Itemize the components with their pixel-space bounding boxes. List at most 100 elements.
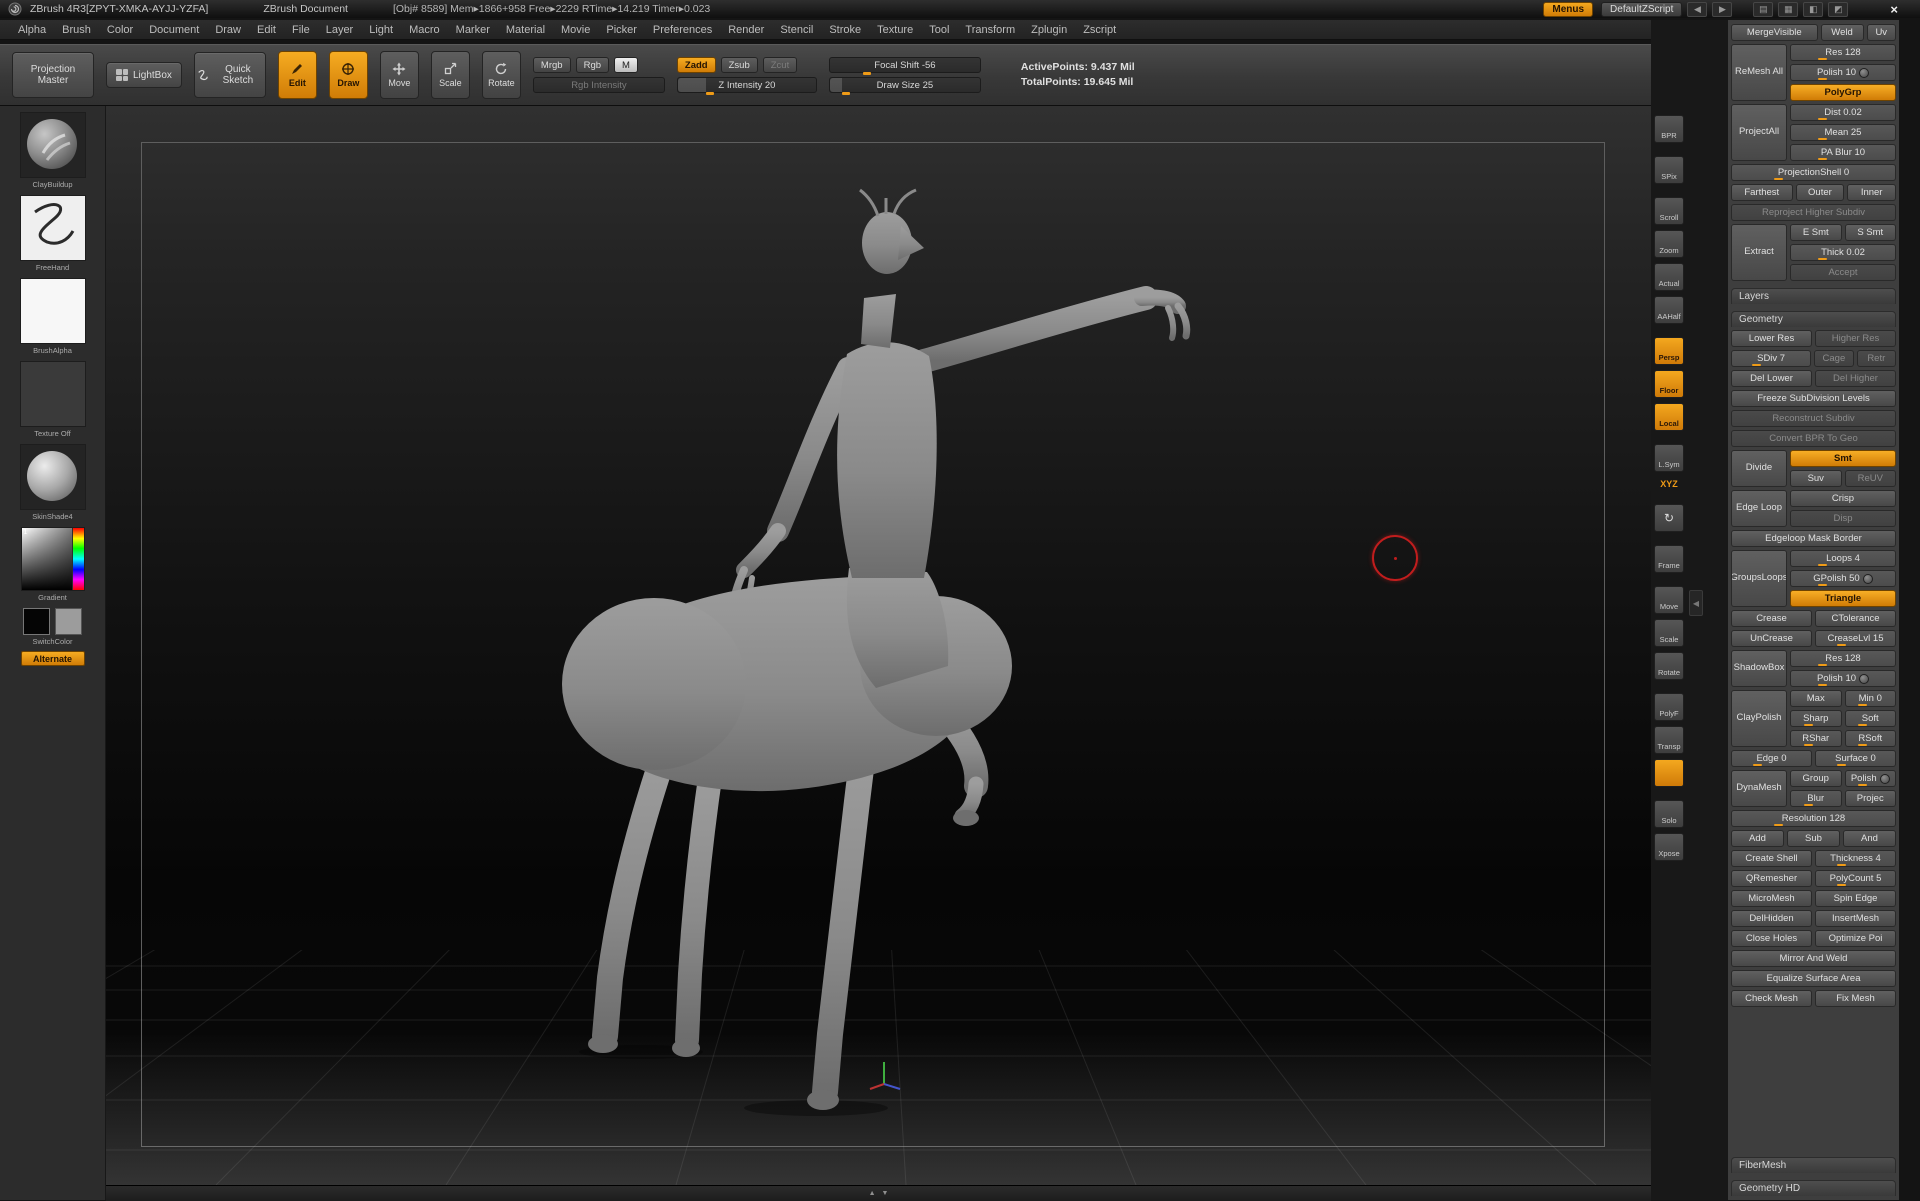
min-0-slider[interactable]: Min 0 — [1845, 690, 1897, 707]
solo-button[interactable]: Solo — [1654, 800, 1684, 828]
palette-header-layers[interactable]: Layers — [1731, 288, 1896, 304]
zcut-button[interactable]: Zcut — [763, 57, 797, 73]
triangle-button[interactable]: Triangle — [1790, 590, 1896, 607]
fix-mesh-button[interactable]: Fix Mesh — [1815, 990, 1896, 1007]
dist-0-02-slider[interactable]: Dist 0.02 — [1790, 104, 1896, 121]
bpr-button[interactable]: BPR — [1654, 115, 1684, 143]
document-canvas[interactable] — [106, 106, 1651, 1185]
mergevisible-button[interactable]: MergeVisible — [1731, 24, 1818, 41]
menu-edit[interactable]: Edit — [249, 21, 284, 39]
color-picker[interactable]: 1 — [21, 527, 85, 591]
convert-bpr-to-geo-button[interactable]: Convert BPR To Geo — [1731, 430, 1896, 447]
reuv-button[interactable]: ReUV — [1845, 470, 1897, 487]
brush-thumbnail[interactable] — [20, 112, 86, 178]
alternate-button[interactable]: Alternate — [21, 651, 85, 666]
grid-toggle-icon[interactable]: ▦ — [1778, 2, 1798, 17]
menu-render[interactable]: Render — [720, 21, 772, 39]
reproject-higher-subdiv-button[interactable]: Reproject Higher Subdiv — [1731, 204, 1896, 221]
add-button[interactable]: Add — [1731, 830, 1784, 847]
thickness-4-slider[interactable]: Thickness 4 — [1815, 850, 1896, 867]
micromesh-button[interactable]: MicroMesh — [1731, 890, 1812, 907]
mrgb-button[interactable]: Mrgb — [533, 57, 571, 73]
floor-button[interactable]: Floor — [1654, 370, 1684, 398]
polish-toggle-icon[interactable] — [1880, 774, 1890, 784]
move-button[interactable]: Move — [1654, 586, 1684, 614]
delhidden-button[interactable]: DelHidden — [1731, 910, 1812, 927]
sub-button[interactable]: Sub — [1787, 830, 1840, 847]
persp-button[interactable]: Persp — [1654, 337, 1684, 365]
scroll-button[interactable]: Scroll — [1654, 197, 1684, 225]
uncrease-button[interactable]: UnCrease — [1731, 630, 1812, 647]
edge-loop-button[interactable]: Edge Loop — [1731, 490, 1787, 527]
menu-document[interactable]: Document — [141, 21, 207, 39]
saturation-square[interactable] — [22, 528, 72, 590]
scroll-up-icon[interactable]: ▲ — [869, 1190, 876, 1197]
draw-size-slider[interactable]: Draw Size 25 — [829, 77, 981, 93]
zoom-button[interactable]: Zoom — [1654, 230, 1684, 258]
dock-left-icon[interactable]: ◀ — [1687, 2, 1707, 17]
panel-divider-handle[interactable]: ◀ — [1689, 590, 1703, 616]
menu-preferences[interactable]: Preferences — [645, 21, 720, 39]
extract-button[interactable]: Extract — [1731, 224, 1787, 281]
creaselvl-15-slider[interactable]: CreaseLvl 15 — [1815, 630, 1896, 647]
switch-color-button[interactable]: SwitchColor — [0, 637, 105, 646]
secondary-color-swatch[interactable] — [55, 608, 82, 635]
edgeloop-mask-border-button[interactable]: Edgeloop Mask Border — [1731, 530, 1896, 547]
spin-edge-button[interactable]: Spin Edge — [1815, 890, 1896, 907]
weld-button[interactable]: Weld — [1821, 24, 1864, 41]
crease-button[interactable]: Crease — [1731, 610, 1812, 627]
menu-zplugin[interactable]: Zplugin — [1023, 21, 1075, 39]
palette-header-geometry-hd[interactable]: Geometry HD — [1731, 1180, 1896, 1196]
uv-button[interactable]: Uv — [1867, 24, 1897, 41]
sharp-slider[interactable]: Sharp — [1790, 710, 1842, 727]
lightbox-button[interactable]: LightBox — [106, 62, 182, 88]
resolution-128-slider[interactable]: Resolution 128 — [1731, 810, 1896, 827]
panel-toggle-icon[interactable]: ▤ — [1753, 2, 1773, 17]
zadd-button[interactable]: Zadd — [677, 57, 716, 73]
l-sym-button[interactable]: L.Sym — [1654, 444, 1684, 472]
move-button[interactable]: Move — [380, 51, 419, 99]
smt-button[interactable]: Smt — [1790, 450, 1896, 467]
menu-stroke[interactable]: Stroke — [821, 21, 869, 39]
polish-10-toggle-icon[interactable] — [1859, 68, 1869, 78]
accept-button[interactable]: Accept — [1790, 264, 1896, 281]
suv-button[interactable]: Suv — [1790, 470, 1842, 487]
polycount-5-slider[interactable]: PolyCount 5 — [1815, 870, 1896, 887]
palette-header-fibermesh[interactable]: FiberMesh — [1731, 1157, 1896, 1173]
xpose-button[interactable]: Xpose — [1654, 833, 1684, 861]
rsoft-slider[interactable]: RSoft — [1845, 730, 1897, 747]
canvas-scrollbar[interactable]: ▲ ▼ — [106, 1185, 1651, 1201]
claypolish-button[interactable]: ClayPolish — [1731, 690, 1787, 747]
freeze-subdivision-levels-button[interactable]: Freeze SubDivision Levels — [1731, 390, 1896, 407]
sdiv-7-slider[interactable]: SDiv 7 — [1731, 350, 1811, 367]
material-thumbnail[interactable] — [20, 444, 86, 510]
edge-0-slider[interactable]: Edge 0 — [1731, 750, 1812, 767]
menu-texture[interactable]: Texture — [869, 21, 921, 39]
max-button[interactable]: Max — [1790, 690, 1842, 707]
close-icon[interactable]: × — [1890, 2, 1898, 17]
surface-0-slider[interactable]: Surface 0 — [1815, 750, 1896, 767]
del-higher-button[interactable]: Del Higher — [1815, 370, 1896, 387]
mean-25-slider[interactable]: Mean 25 — [1790, 124, 1896, 141]
focal-shift-slider[interactable]: Focal Shift -56 — [829, 57, 981, 73]
draw-button[interactable]: Draw — [329, 51, 368, 99]
optimize-poi-button[interactable]: Optimize Poi — [1815, 930, 1896, 947]
layout-toggle-icon[interactable]: ◩ — [1828, 2, 1848, 17]
outer-button[interactable]: Outer — [1796, 184, 1845, 201]
mirror-and-weld-button[interactable]: Mirror And Weld — [1731, 950, 1896, 967]
local-button[interactable]: Local — [1654, 403, 1684, 431]
projec-button[interactable]: Projec — [1845, 790, 1897, 807]
insertmesh-button[interactable]: InsertMesh — [1815, 910, 1896, 927]
menu-movie[interactable]: Movie — [553, 21, 598, 39]
rshar-slider[interactable]: RShar — [1790, 730, 1842, 747]
aahalf-button[interactable]: AAHalf — [1654, 296, 1684, 324]
gpolish-50-slider[interactable]: GPolish 50 — [1790, 570, 1896, 587]
rotate-button[interactable]: Rotate — [482, 51, 521, 99]
menu-draw[interactable]: Draw — [207, 21, 249, 39]
groupsloops-button[interactable]: GroupsLoops — [1731, 550, 1787, 607]
rgb-button[interactable]: Rgb — [576, 57, 609, 73]
menu-marker[interactable]: Marker — [448, 21, 498, 39]
palette-header-geometry[interactable]: Geometry — [1731, 311, 1896, 327]
polish-10-slider[interactable]: Polish 10 — [1790, 64, 1896, 81]
remesh-all-button[interactable]: ReMesh All — [1731, 44, 1787, 101]
